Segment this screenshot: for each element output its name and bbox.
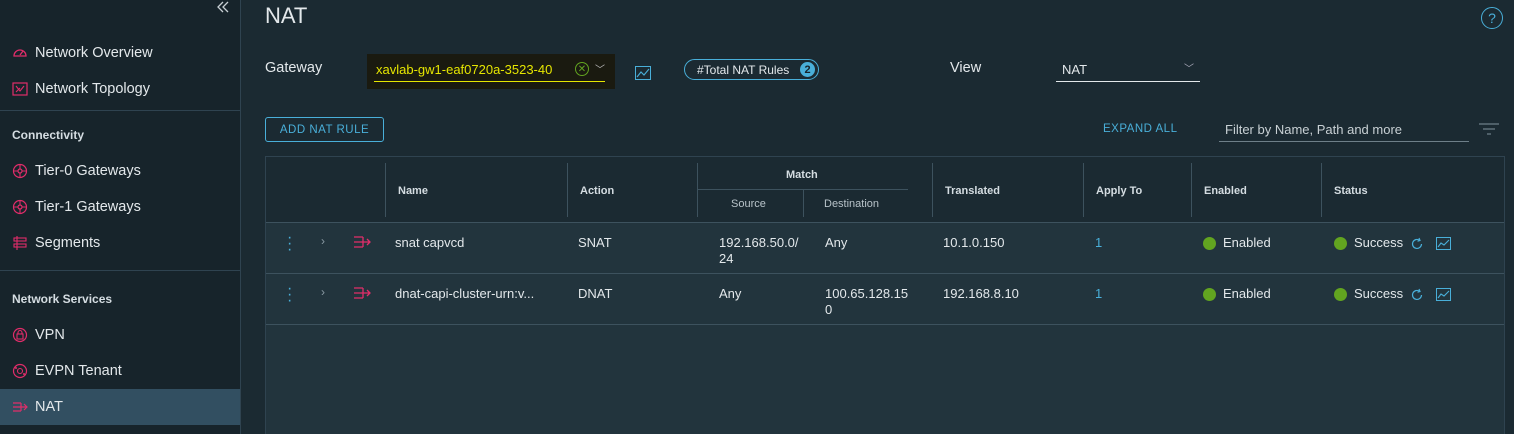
- sidebar-item-label: Network Overview: [35, 45, 153, 61]
- expand-all-button[interactable]: EXPAND ALL: [1103, 123, 1177, 135]
- apply-to-link[interactable]: 1: [1095, 235, 1102, 251]
- chevron-right-icon[interactable]: ›: [321, 234, 325, 248]
- status-value: Success: [1334, 286, 1403, 302]
- col-match: Match: [786, 169, 818, 181]
- rule-name: snat capvcd: [395, 235, 465, 250]
- divider: [0, 270, 240, 271]
- sidebar-item-evpn-tenant[interactable]: EVPN Tenant: [0, 353, 240, 389]
- enabled-dot-icon: [1203, 237, 1216, 251]
- chevron-down-icon: ﹀: [1184, 64, 1194, 75]
- col-source[interactable]: Source: [731, 198, 766, 210]
- gauge-icon: [12, 45, 28, 61]
- enabled-dot-icon: [1203, 288, 1216, 302]
- chevron-down-icon[interactable]: ﹀: [595, 61, 605, 76]
- col-destination[interactable]: Destination: [824, 198, 879, 210]
- section-title-connectivity: Connectivity: [12, 128, 85, 142]
- gateway-label: Gateway: [265, 60, 323, 76]
- success-dot-icon: [1334, 237, 1347, 251]
- sidebar-item-network-topology[interactable]: Network Topology: [0, 71, 240, 107]
- rule-action: DNAT: [578, 286, 613, 301]
- enabled-state: Enabled: [1203, 235, 1271, 251]
- help-icon[interactable]: ?: [1481, 7, 1503, 29]
- kebab-menu-icon[interactable]: · · ·: [287, 230, 292, 258]
- sidebar-item-label: Network Topology: [35, 81, 150, 97]
- table-row[interactable]: · · · › dnat-capi-cluster-urn:v... DNAT An…: [266, 274, 1504, 325]
- refresh-icon[interactable]: [1410, 288, 1424, 302]
- clear-icon[interactable]: ✕: [575, 62, 589, 76]
- rule-translated: 10.1.0.150: [943, 235, 1005, 250]
- double-chevron-left-icon[interactable]: [215, 0, 231, 14]
- kebab-menu-icon[interactable]: · · ·: [287, 281, 292, 309]
- sidebar-item-nat[interactable]: NAT: [0, 389, 240, 425]
- filter-field[interactable]: [1219, 118, 1469, 142]
- segments-icon: [12, 235, 28, 251]
- success-dot-icon: [1334, 288, 1347, 302]
- topology-icon: [12, 81, 28, 97]
- nat-rule-icon: [354, 236, 371, 248]
- globe-icon: [12, 363, 28, 379]
- table-header: Name Action Match Source Destination Tra…: [266, 157, 1504, 223]
- chevron-right-icon[interactable]: ›: [321, 285, 325, 299]
- gateway-value: xavlab-gw1-eaf0720a-3523-40: [376, 62, 553, 77]
- sidebar-item-label: Tier-0 Gateways: [35, 163, 141, 179]
- sidebar-item-label: Tier-1 Gateways: [35, 199, 141, 215]
- sidebar-item-label: VPN: [35, 327, 65, 343]
- rule-action: SNAT: [578, 235, 612, 250]
- view-select[interactable]: NAT ﹀: [1056, 58, 1200, 82]
- gateway-icon: [12, 163, 28, 179]
- page-title: NAT: [265, 3, 308, 28]
- sidebar-item-label: EVPN Tenant: [35, 363, 122, 379]
- sidebar-item-segments[interactable]: Segments: [0, 225, 240, 261]
- apply-to-link[interactable]: 1: [1095, 286, 1102, 302]
- sidebar-item-tier0-gateways[interactable]: Tier-0 Gateways: [0, 153, 240, 189]
- filter-input[interactable]: [1219, 118, 1469, 140]
- nat-rules-table: Name Action Match Source Destination Tra…: [265, 156, 1505, 434]
- nat-icon: [12, 399, 28, 415]
- total-nat-rules-count: 2: [800, 62, 815, 77]
- filter-icon[interactable]: [1478, 122, 1500, 136]
- lock-icon: [12, 327, 28, 343]
- status-value: Success: [1334, 235, 1403, 251]
- sidebar-item-tier1-gateways[interactable]: Tier-1 Gateways: [0, 189, 240, 225]
- chart-icon[interactable]: [1436, 237, 1451, 250]
- rule-source: 192.168.50.0/ 24: [719, 235, 799, 266]
- section-title-network-services: Network Services: [12, 292, 113, 306]
- view-value: NAT: [1062, 62, 1088, 77]
- gateway-underline: [374, 81, 605, 82]
- sidebar-item-label: NAT: [35, 399, 63, 415]
- sidebar-item-network-overview[interactable]: Network Overview: [0, 35, 240, 71]
- rule-destination: 100.65.128.15 0: [825, 286, 909, 317]
- rule-destination: Any: [825, 235, 848, 250]
- refresh-icon[interactable]: [1410, 237, 1424, 251]
- enabled-state: Enabled: [1203, 286, 1271, 302]
- chart-icon[interactable]: [1436, 288, 1451, 301]
- col-translated[interactable]: Translated: [945, 185, 1000, 197]
- total-nat-rules-label: #Total NAT Rules: [697, 62, 790, 77]
- col-name[interactable]: Name: [398, 185, 428, 197]
- add-nat-rule-button[interactable]: ADD NAT RULE: [265, 117, 384, 142]
- sidebar-item-label: Segments: [35, 235, 101, 251]
- rule-translated: 192.168.8.10: [943, 286, 1019, 301]
- sidebar: Network Overview Network Topology Connec…: [0, 0, 241, 434]
- rule-name: dnat-capi-cluster-urn:v...: [395, 286, 535, 301]
- col-action[interactable]: Action: [580, 185, 614, 197]
- table-row[interactable]: · · · › snat capvcd SNAT 192.168.50.0/ 24 …: [266, 223, 1504, 274]
- chart-icon[interactable]: [635, 66, 651, 80]
- nat-rule-icon: [354, 287, 371, 299]
- gateway-icon: [12, 199, 28, 215]
- view-label: View: [950, 60, 982, 76]
- rule-source: Any: [719, 286, 742, 301]
- total-nat-rules-badge: #Total NAT Rules 2: [684, 59, 819, 80]
- col-enabled[interactable]: Enabled: [1204, 185, 1247, 197]
- divider: [0, 110, 240, 111]
- gateway-select[interactable]: xavlab-gw1-eaf0720a-3523-40 ✕ ﹀: [367, 54, 615, 89]
- sidebar-item-vpn[interactable]: VPN: [0, 317, 240, 353]
- col-apply-to[interactable]: Apply To: [1096, 185, 1142, 197]
- col-status[interactable]: Status: [1334, 185, 1368, 197]
